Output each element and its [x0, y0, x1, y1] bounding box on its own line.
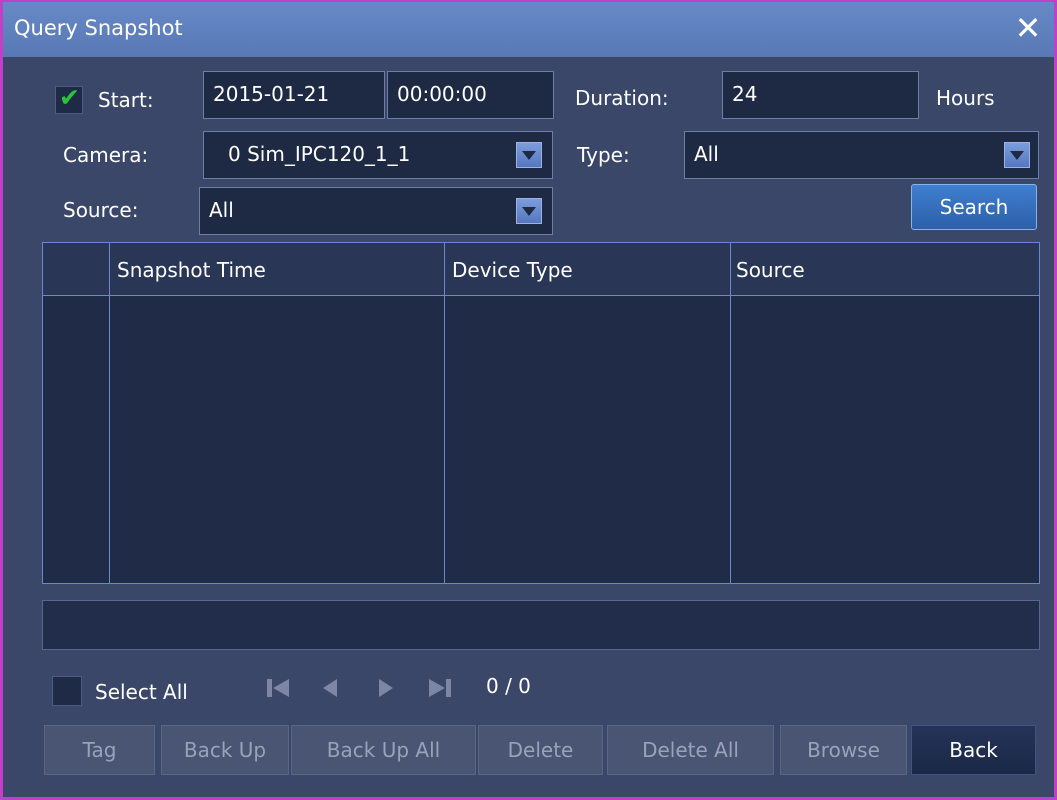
select-all-checkbox[interactable] — [52, 676, 82, 706]
chevron-down-icon[interactable] — [516, 142, 542, 168]
column-header-device-type[interactable]: Device Type — [452, 258, 573, 282]
type-select[interactable]: All — [684, 131, 1039, 179]
back-up-all-button[interactable]: Back Up All — [291, 725, 476, 775]
close-icon[interactable]: ✕ — [1010, 11, 1046, 47]
back-up-button[interactable]: Back Up — [161, 725, 289, 775]
camera-select-value: 0 Sim_IPC120_1_1 — [228, 142, 411, 166]
back-button[interactable]: Back — [911, 725, 1036, 775]
source-select-value: All — [209, 198, 234, 222]
table-header: Snapshot Time Device Type Source — [43, 243, 1039, 296]
camera-select[interactable]: 0 Sim_IPC120_1_1 — [203, 131, 553, 179]
column-divider — [444, 243, 445, 583]
start-date-field[interactable]: 2015-01-21 — [203, 71, 385, 119]
snapshot-table: Snapshot Time Device Type Source — [42, 242, 1040, 584]
browse-button[interactable]: Browse — [780, 725, 907, 775]
status-bar — [42, 600, 1040, 650]
select-all-label: Select All — [95, 680, 188, 704]
column-header-snapshot-time[interactable]: Snapshot Time — [117, 258, 266, 282]
source-select[interactable]: All — [199, 187, 553, 235]
delete-all-button[interactable]: Delete All — [607, 725, 774, 775]
first-page-icon[interactable] — [263, 672, 295, 704]
previous-page-icon[interactable] — [315, 672, 347, 704]
chevron-down-icon[interactable] — [1004, 142, 1030, 168]
delete-button[interactable]: Delete — [478, 725, 603, 775]
tag-button[interactable]: Tag — [44, 725, 155, 775]
search-button[interactable]: Search — [911, 184, 1037, 230]
check-icon: ✔ — [59, 83, 80, 112]
page-indicator: 0 / 0 — [486, 674, 531, 698]
type-label: Type: — [577, 143, 630, 167]
column-divider — [109, 243, 110, 583]
start-label: Start: — [98, 88, 154, 112]
source-label: Source: — [63, 198, 139, 222]
last-page-icon[interactable] — [423, 672, 455, 704]
hours-label: Hours — [936, 86, 995, 110]
start-checkbox[interactable]: ✔ — [55, 83, 83, 114]
window-title: Query Snapshot — [14, 16, 183, 40]
duration-label: Duration: — [575, 86, 669, 110]
camera-label: Camera: — [63, 143, 149, 167]
column-divider — [730, 243, 731, 583]
next-page-icon[interactable] — [369, 672, 401, 704]
chevron-down-icon[interactable] — [516, 198, 542, 224]
column-header-source[interactable]: Source — [736, 258, 805, 282]
duration-field[interactable]: 24 — [722, 71, 919, 119]
type-select-value: All — [694, 142, 719, 166]
title-bar: Query Snapshot ✕ — [3, 2, 1054, 57]
start-time-field[interactable]: 00:00:00 — [387, 71, 554, 119]
query-snapshot-window: Query Snapshot ✕ ✔ Start: 2015-01-21 00:… — [0, 0, 1057, 800]
